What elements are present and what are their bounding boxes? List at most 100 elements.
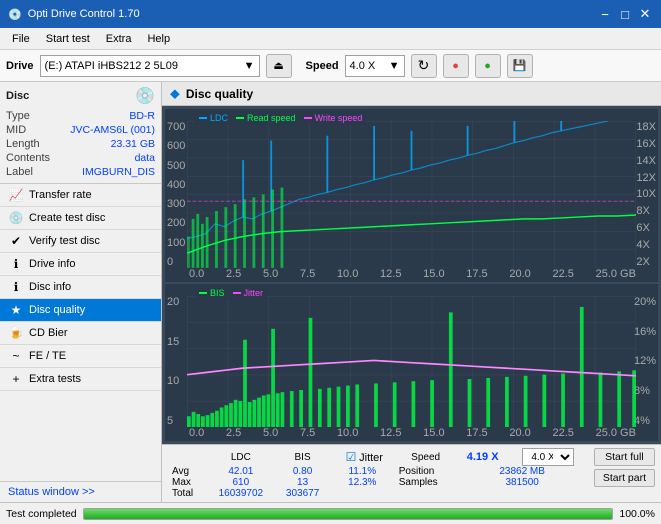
samples-value: 381500	[456, 477, 587, 488]
sidebar-item-drive-info[interactable]: ℹ Drive info	[0, 253, 161, 276]
sidebar-item-disc-quality[interactable]: ★ Disc quality	[0, 299, 161, 322]
chart1-svg	[187, 121, 636, 268]
cd-bier-icon: 🍺	[8, 326, 24, 340]
status-window-button[interactable]: Status window >>	[0, 481, 161, 502]
eject-button[interactable]: ⏏	[266, 54, 292, 78]
sidebar: Disc 💿 Type BD-R MID JVC-AMS6L (001) Len…	[0, 82, 162, 502]
max-jitter: 12.3%	[330, 477, 395, 488]
max-bis: 13	[275, 477, 329, 488]
transfer-rate-icon: 📈	[8, 188, 24, 202]
menu-extra[interactable]: Extra	[98, 31, 140, 47]
sidebar-item-create-test-disc[interactable]: 💿 Create test disc	[0, 207, 161, 230]
start-full-button[interactable]: Start full	[594, 448, 655, 466]
sidebar-item-disc-info[interactable]: ℹ Disc info	[0, 276, 161, 299]
status-window-label: Status window >>	[8, 486, 95, 498]
col-bis: BIS	[275, 448, 329, 466]
content-header: ⬥ Disc quality	[162, 82, 661, 106]
position-label: Position	[395, 466, 457, 477]
verify-test-disc-label: Verify test disc	[29, 235, 100, 247]
chart2-y-left: 20 15 10 5	[167, 284, 179, 441]
close-button[interactable]: ✕	[637, 6, 653, 22]
chart1-legend: LDC Read speed Write speed	[195, 111, 366, 125]
disc-mid-row: MID JVC-AMS6L (001)	[6, 123, 155, 137]
read-speed-label: Read speed	[247, 113, 296, 123]
verify-button[interactable]: ●	[475, 54, 501, 78]
stats-data-table: LDC BIS ☑ Jitter Speed 4.19 X	[168, 448, 588, 499]
legend-jitter: Jitter	[233, 288, 264, 298]
type-label: Type	[6, 110, 30, 122]
sidebar-item-extra-tests[interactable]: + Extra tests	[0, 368, 161, 391]
chart1-y-left: 700 600 500 400 300 200 100 0	[167, 109, 185, 282]
speed-selector[interactable]: 4.0 X	[522, 448, 574, 466]
menu-start-test[interactable]: Start test	[38, 31, 98, 47]
drive-info-icon: ℹ	[8, 257, 24, 271]
bis-label: BIS	[210, 288, 225, 298]
chart2-svg	[187, 296, 636, 427]
disc-info-label: Disc info	[29, 281, 71, 293]
write-speed-color	[304, 117, 312, 119]
save-button[interactable]: 💾	[507, 54, 533, 78]
disc-icon: 💿	[135, 86, 155, 106]
bis-color	[199, 292, 207, 294]
avg-label: Avg	[168, 466, 206, 477]
burn-button[interactable]: ●	[443, 54, 469, 78]
content-area: ⬥ Disc quality LDC Read speed	[162, 82, 661, 502]
app-title: Opti Drive Control 1.70	[28, 8, 140, 20]
stats-total-row: Total 16039702 303677	[168, 488, 588, 499]
disc-type-row: Type BD-R	[6, 109, 155, 123]
length-label: Length	[6, 138, 40, 150]
contents-value: data	[135, 152, 155, 164]
chart2-y-right: 20% 16% 12% 8% 4%	[634, 284, 656, 441]
fe-te-icon: ~	[8, 349, 24, 363]
burn-icon: ●	[452, 60, 459, 72]
progress-percentage: 100.0%	[619, 508, 655, 520]
total-label: Total	[168, 488, 206, 499]
main-layout: Disc 💿 Type BD-R MID JVC-AMS6L (001) Len…	[0, 82, 661, 502]
sidebar-item-fe-te[interactable]: ~ FE / TE	[0, 345, 161, 368]
write-speed-label: Write speed	[315, 113, 363, 123]
stats-avg-row: Avg 42.01 0.80 11.1% Position 23862 MB	[168, 466, 588, 477]
drive-dropdown-arrow: ▼	[244, 60, 255, 72]
disc-title: Disc	[6, 90, 29, 102]
minimize-button[interactable]: −	[597, 6, 613, 22]
col-blank	[168, 448, 206, 466]
transfer-rate-label: Transfer rate	[29, 189, 92, 201]
maximize-button[interactable]: □	[617, 6, 633, 22]
refresh-icon: ↻	[418, 57, 430, 74]
col-ldc: LDC	[206, 448, 275, 466]
contents-label: Contents	[6, 152, 50, 164]
disc-quality-label: Disc quality	[29, 304, 85, 316]
speed-dropdown[interactable]: 4.0 X ▼	[345, 55, 405, 77]
progress-bar-fill	[84, 509, 612, 519]
legend-bis: BIS	[199, 288, 225, 298]
total-bis: 303677	[275, 488, 329, 499]
disc-header: Disc 💿	[6, 86, 155, 106]
title-bar: 💿 Opti Drive Control 1.70 − □ ✕	[0, 0, 661, 28]
progress-bar-container	[83, 508, 613, 520]
sidebar-item-transfer-rate[interactable]: 📈 Transfer rate	[0, 184, 161, 207]
jitter-checkbox[interactable]: ☑	[346, 450, 357, 464]
disc-quality-title: Disc quality	[186, 87, 253, 101]
fe-te-label: FE / TE	[29, 350, 66, 362]
drive-dropdown[interactable]: (E:) ATAPI iHBS212 2 5L09 ▼	[40, 55, 260, 77]
position-value: 23862 MB	[456, 466, 587, 477]
menu-help[interactable]: Help	[139, 31, 178, 47]
jitter-col-label: Jitter	[359, 452, 383, 464]
label-key: Label	[6, 166, 33, 178]
app-icon: 💿	[8, 8, 22, 21]
samples-label: Samples	[395, 477, 457, 488]
avg-jitter: 11.1%	[330, 466, 395, 477]
label-value: IMGBURN_DIS	[82, 166, 155, 178]
sidebar-item-verify-test-disc[interactable]: ✔ Verify test disc	[0, 230, 161, 253]
speed-value: 4.0 X	[350, 60, 376, 72]
jitter-label: Jitter	[244, 288, 264, 298]
sidebar-item-cd-bier[interactable]: 🍺 CD Bier	[0, 322, 161, 345]
start-part-button[interactable]: Start part	[594, 469, 655, 487]
cd-bier-label: CD Bier	[29, 327, 68, 339]
refresh-button[interactable]: ↻	[411, 54, 437, 78]
ldc-color	[199, 117, 207, 119]
length-value: 23.31 GB	[111, 138, 155, 150]
menu-file[interactable]: File	[4, 31, 38, 47]
disc-length-row: Length 23.31 GB	[6, 137, 155, 151]
stats-max-row: Max 610 13 12.3% Samples 381500	[168, 477, 588, 488]
